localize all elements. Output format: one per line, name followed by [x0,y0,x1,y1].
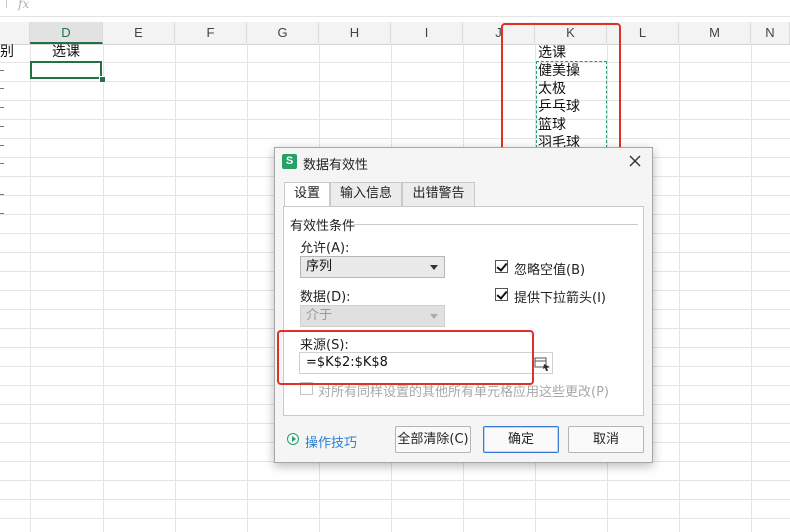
cancel-button[interactable]: 取消 [568,426,644,453]
play-icon [287,433,299,445]
column-header-m[interactable]: M [679,22,751,44]
data-label: 数据(D): [300,290,351,305]
chevron-down-icon [430,314,438,319]
formula-bar-divider [6,0,7,8]
column-header-g[interactable]: G [247,22,319,44]
cell-stub [0,163,4,164]
formula-bar[interactable]: fx [0,0,790,17]
column-header-row: D E F G H I J K L M N [0,22,790,45]
tab-error-alert[interactable]: 出错警告 [402,182,475,206]
grid-line [30,44,31,532]
fill-handle[interactable] [99,76,106,83]
grid-line [247,44,248,532]
column-header-h[interactable]: H [319,22,391,44]
data-select-value: 介于 [306,308,333,323]
range-select-button[interactable] [532,352,553,374]
grid-line [103,44,104,532]
in-cell-dropdown-label[interactable]: 提供下拉箭头(I) [514,287,606,306]
tips-link[interactable]: 操作技巧 [287,432,357,451]
fx-icon[interactable]: fx [18,0,29,11]
tab-input-message[interactable]: 输入信息 [330,182,402,206]
selected-cell-d2[interactable] [30,61,102,79]
dialog-title: 数据有效性 [303,158,369,173]
data-select: 介于 [300,305,445,327]
tab-settings[interactable]: 设置 [284,182,330,207]
cell-c1[interactable]: 别 [0,43,14,61]
ignore-blank-checkbox[interactable] [495,260,508,273]
cell-stub [0,126,4,127]
cell-stub [0,213,4,214]
highlight-box-source [277,330,534,385]
cell-stub [0,107,4,108]
grid-line [175,44,176,532]
ok-button[interactable]: 确定 [483,426,559,453]
in-cell-dropdown-checkbox[interactable] [495,288,508,301]
ignore-blank-label[interactable]: 忽略空值(B) [514,259,585,278]
allow-select-value: 序列 [306,259,333,274]
allow-select[interactable]: 序列 [300,256,445,278]
wps-spreadsheet-icon: S [282,154,297,169]
allow-label: 允许(A): [300,241,350,256]
cell-stub [0,88,4,89]
chevron-down-icon [430,265,438,270]
column-header-e[interactable]: E [103,22,175,44]
column-header-c-partial[interactable] [0,22,30,44]
grid-line [751,44,752,532]
range-picker-icon [534,357,550,371]
column-header-i[interactable]: I [391,22,463,44]
data-validation-dialog: S 数据有效性 设置 输入信息 出错警告 有效性条件 允许(A): 序列 数据(… [274,147,653,463]
column-header-d[interactable]: D [30,22,103,44]
column-header-f[interactable]: F [175,22,247,44]
close-icon[interactable] [625,151,645,171]
clear-all-button[interactable]: 全部清除(C) [395,426,471,453]
dialog-titlebar[interactable]: S 数据有效性 [275,148,652,176]
tips-label[interactable]: 操作技巧 [305,436,357,451]
grid-line [679,44,680,532]
cell-stub [0,145,4,146]
column-header-n[interactable]: N [751,22,790,44]
cell-stub [0,194,4,195]
cell-d1[interactable]: 选课 [52,43,80,61]
group-divider [354,224,638,225]
cell-stub [0,70,4,71]
validation-criteria-title: 有效性条件 [290,215,360,234]
